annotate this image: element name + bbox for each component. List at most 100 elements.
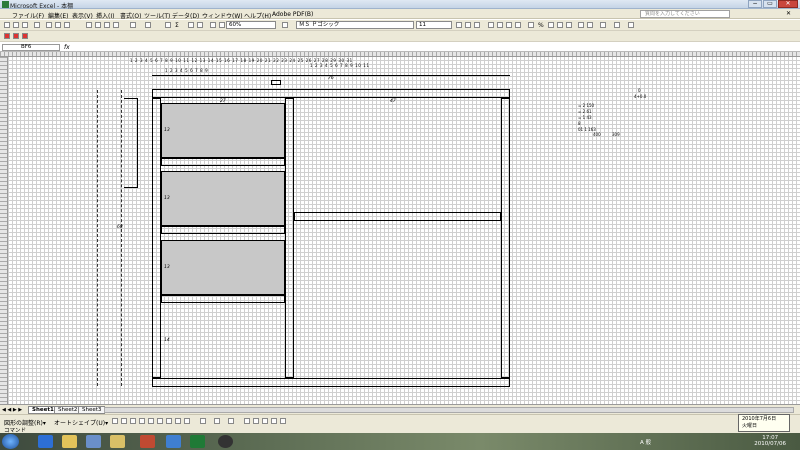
excel-taskbar-icon[interactable] <box>190 435 205 448</box>
borders-icon[interactable] <box>600 22 606 28</box>
menu-adobe-pdf[interactable]: Adobe PDF(B) <box>272 11 313 18</box>
hyperlink-icon[interactable] <box>165 22 171 28</box>
align-center-icon[interactable] <box>497 22 503 28</box>
wordart-icon[interactable] <box>157 418 163 424</box>
decrease-indent-icon[interactable] <box>578 22 584 28</box>
calc-block: = 2 150 = 2 61 = 1 43 8 01 1 163 <box>578 103 596 133</box>
menu-bar: ファイル(F) 編集(E) 表示(V) 挿入(I) 書式(O) ツール(T) デ… <box>0 9 800 20</box>
save-icon[interactable] <box>22 22 28 28</box>
row-headers[interactable] <box>0 57 8 404</box>
increase-indent-icon[interactable] <box>587 22 593 28</box>
horizontal-scrollbar[interactable] <box>104 407 794 413</box>
column-headers[interactable] <box>0 52 800 57</box>
increase-decimal-icon[interactable] <box>557 22 563 28</box>
font-color-icon[interactable] <box>628 22 634 28</box>
font-name-select[interactable]: ＭＳ Ｐゴシック <box>296 21 414 29</box>
sort-ascending-icon[interactable] <box>188 22 194 28</box>
minimize-button[interactable]: − <box>748 0 762 8</box>
permission-icon[interactable] <box>34 22 40 28</box>
currency-icon[interactable] <box>528 22 534 28</box>
fx-icon[interactable]: fx <box>64 44 70 51</box>
print-icon[interactable] <box>46 22 52 28</box>
shelf-board-1 <box>161 158 285 166</box>
drawing-icon[interactable] <box>219 22 225 28</box>
pdf-review-icon[interactable] <box>22 33 28 39</box>
copy-icon[interactable] <box>95 22 101 28</box>
media-player-icon[interactable] <box>218 435 233 448</box>
taskbar-app-icon[interactable] <box>86 435 101 448</box>
restore-button[interactable]: ▭ <box>763 0 777 8</box>
underline-icon[interactable] <box>474 22 480 28</box>
pdf-convert-icon[interactable] <box>4 33 10 39</box>
language-indicator[interactable]: A 般 <box>640 438 651 446</box>
3d-icon[interactable] <box>280 418 286 424</box>
taskbar-app4-icon[interactable] <box>166 435 181 448</box>
menu-edit[interactable]: 編集(E) <box>48 11 68 20</box>
autosum-icon[interactable]: Σ <box>175 22 179 29</box>
decrease-decimal-icon[interactable] <box>566 22 572 28</box>
bold-icon[interactable] <box>456 22 462 28</box>
status-bar: コマンド <box>0 426 800 434</box>
name-box[interactable]: BF6 <box>2 44 60 51</box>
start-button-icon[interactable] <box>2 434 19 449</box>
align-right-icon[interactable] <box>506 22 512 28</box>
undo-icon[interactable] <box>130 22 136 28</box>
help-search-input[interactable]: 質問を入力してください <box>640 10 730 18</box>
percent-icon[interactable]: % <box>538 22 544 29</box>
redo-icon[interactable] <box>145 22 151 28</box>
menu-file[interactable]: ファイル(F) <box>12 11 44 20</box>
clock[interactable]: 17:07 2010/07/06 <box>754 435 786 447</box>
align-left-icon[interactable] <box>488 22 494 28</box>
zoom-select[interactable]: 60% <box>226 21 276 29</box>
format-painter-icon[interactable] <box>113 22 119 28</box>
clipart-icon[interactable] <box>175 418 181 424</box>
workbook-close-button[interactable]: ✕ <box>786 10 791 17</box>
oval-icon[interactable] <box>139 418 145 424</box>
menu-window[interactable]: ウィンドウ(W) <box>202 11 243 20</box>
tab-scroll-arrows-icon[interactable]: ◀ ◀ ▶ ▶ <box>2 407 22 413</box>
menu-insert[interactable]: 挿入(I) <box>96 11 114 20</box>
fill-color-icon[interactable] <box>614 22 620 28</box>
menu-format[interactable]: 書式(O) <box>120 11 141 20</box>
font-size-select[interactable]: 11 <box>416 21 452 29</box>
help-icon[interactable] <box>282 22 288 28</box>
spelling-icon[interactable] <box>64 22 70 28</box>
taskbar-app2-icon[interactable] <box>110 435 125 448</box>
internet-explorer-icon[interactable] <box>38 435 53 448</box>
rectangle-icon[interactable] <box>130 418 136 424</box>
paste-icon[interactable] <box>104 22 110 28</box>
menu-view[interactable]: 表示(V) <box>72 11 93 20</box>
row-count-column <box>97 90 122 386</box>
sort-descending-icon[interactable] <box>197 22 203 28</box>
explorer-folder-icon[interactable] <box>62 435 77 448</box>
print-preview-icon[interactable] <box>55 22 61 28</box>
shadow-icon[interactable] <box>271 418 277 424</box>
textbox-icon[interactable] <box>148 418 154 424</box>
diagram-icon[interactable] <box>166 418 172 424</box>
merge-center-icon[interactable] <box>515 22 521 28</box>
close-button[interactable]: ✕ <box>778 0 798 8</box>
tab-sheet3[interactable]: Sheet3 <box>78 406 106 414</box>
taskbar-app3-icon[interactable] <box>140 435 155 448</box>
line-color-icon[interactable] <box>214 418 220 424</box>
cut-icon[interactable] <box>86 22 92 28</box>
line-icon[interactable] <box>112 418 118 424</box>
picture-icon[interactable] <box>184 418 190 424</box>
menu-data[interactable]: データ(D) <box>172 11 199 20</box>
arrow-icon[interactable] <box>121 418 127 424</box>
sheet-tab-bar: ◀ ◀ ▶ ▶ Sheet1 Sheet2 Sheet3 <box>0 404 800 414</box>
line-style-icon[interactable] <box>244 418 250 424</box>
menu-help[interactable]: ヘルプ(H) <box>244 11 271 20</box>
formula-input[interactable] <box>78 44 796 51</box>
pdf-mail-icon[interactable] <box>13 33 19 39</box>
dash-style-icon[interactable] <box>253 418 259 424</box>
italic-icon[interactable] <box>465 22 471 28</box>
new-icon[interactable] <box>4 22 10 28</box>
comma-icon[interactable] <box>548 22 554 28</box>
font-color-draw-icon[interactable] <box>228 418 234 424</box>
menu-tools[interactable]: ツール(T) <box>144 11 170 20</box>
chart-wizard-icon[interactable] <box>210 22 216 28</box>
fill-color-draw-icon[interactable] <box>200 418 206 424</box>
open-icon[interactable] <box>13 22 19 28</box>
arrow-style-icon[interactable] <box>262 418 268 424</box>
